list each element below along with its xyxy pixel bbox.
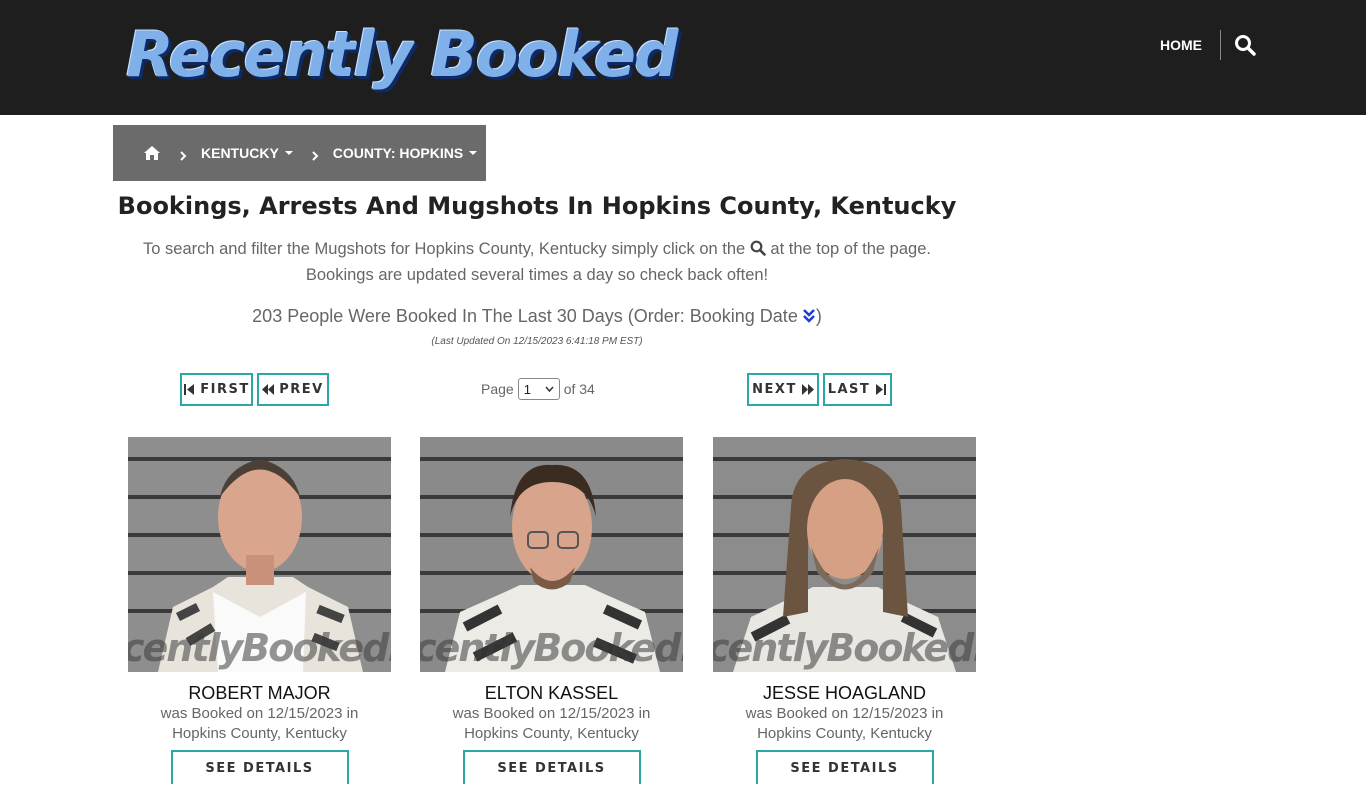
- breadcrumb: KENTUCKY COUNTY: HOPKINS: [113, 125, 486, 181]
- see-details-button[interactable]: SEE DETAILS: [170, 750, 349, 784]
- intro-text: To search and filter the Mugshots for Ho…: [113, 236, 961, 288]
- breadcrumb-county-label: COUNTY: HOPKINS: [332, 145, 464, 161]
- skip-forward-icon: [876, 384, 887, 395]
- first-page-label: FIRST: [200, 382, 250, 397]
- intro-part-1: To search and filter the Mugshots for Ho…: [143, 240, 746, 258]
- booking-date: was Booked on 12/15/2023 in: [452, 705, 651, 722]
- page-total: of 34: [563, 381, 595, 397]
- mugshot-image[interactable]: centlyBooked.co: [128, 437, 391, 672]
- booking-date: was Booked on 12/15/2023 in: [160, 705, 359, 722]
- rewind-icon: [262, 384, 275, 395]
- see-details-button[interactable]: SEE DETAILS: [462, 750, 641, 784]
- skip-back-icon: [184, 384, 195, 395]
- see-details-button[interactable]: SEE DETAILS: [755, 750, 934, 784]
- chevron-right-icon: [311, 148, 319, 161]
- booking-location: Hopkins County, Kentucky: [757, 725, 932, 742]
- breadcrumb-state-label: KENTUCKY: [201, 145, 279, 161]
- breadcrumb-county-dropdown[interactable]: COUNTY: HOPKINS: [332, 145, 478, 161]
- booking-date: was Booked on 12/15/2023 in: [745, 705, 944, 722]
- nav-divider: [1220, 30, 1221, 60]
- booking-count-text: 203 People Were Booked In The Last 30 Da…: [252, 306, 798, 326]
- last-page-label: LAST: [827, 382, 871, 397]
- fast-forward-icon: [801, 384, 814, 395]
- last-updated: (Last Updated On 12/15/2023 6:41:18 PM E…: [431, 336, 643, 347]
- watermark: centlyBooked.co: [713, 626, 976, 670]
- search-icon[interactable]: [1234, 34, 1256, 56]
- person-name[interactable]: JESSE HOAGLAND: [713, 682, 976, 704]
- page-label: Page: [481, 381, 514, 397]
- current-page: 1: [523, 381, 531, 397]
- first-page-button[interactable]: FIRST: [180, 373, 253, 406]
- page-indicator: Page 1 of 34: [481, 377, 595, 401]
- booking-card[interactable]: centlyBooked.co ROBERT MAJOR was Booked …: [128, 437, 391, 784]
- nav-home-link[interactable]: HOME: [1160, 30, 1210, 60]
- booking-count-heading: 203 People Were Booked In The Last 30 Da…: [113, 303, 961, 329]
- page-select[interactable]: 1: [517, 378, 560, 400]
- next-page-button[interactable]: NEXT: [747, 373, 819, 406]
- double-chevron-down-icon[interactable]: [802, 305, 816, 323]
- booking-location: Hopkins County, Kentucky: [464, 725, 639, 742]
- search-icon: [750, 238, 766, 256]
- person-name[interactable]: ELTON KASSEL: [420, 682, 683, 704]
- booking-location: Hopkins County, Kentucky: [172, 725, 347, 742]
- logo-text: Recently Booked: [126, 18, 678, 91]
- watermark: centlyBooked.co: [420, 626, 683, 670]
- mugshot-image[interactable]: centlyBooked.co: [713, 437, 976, 672]
- watermark: centlyBooked.co: [128, 626, 391, 670]
- intro-line-1: To search and filter the Mugshots for Ho…: [113, 236, 961, 262]
- page-title: Bookings, Arrests And Mugshots In Hopkin…: [117, 192, 957, 220]
- person-name[interactable]: ROBERT MAJOR: [128, 682, 391, 704]
- caret-down-icon: [284, 151, 293, 155]
- home-icon[interactable]: [143, 145, 161, 161]
- caret-down-icon: [469, 151, 478, 155]
- booking-count-close: ): [815, 306, 822, 326]
- breadcrumb-state-dropdown[interactable]: KENTUCKY: [201, 145, 293, 161]
- booking-card[interactable]: centlyBooked.co JESSE HOAGLAND was Booke…: [713, 437, 976, 784]
- prev-page-button[interactable]: PREV: [257, 373, 329, 406]
- site-logo[interactable]: Recently Booked: [126, 14, 678, 96]
- chevron-down-icon: [545, 386, 554, 392]
- chevron-right-icon: [179, 148, 187, 161]
- site-header: Recently Booked HOME: [0, 0, 1366, 115]
- booking-card[interactable]: centlyBooked.co ELTON KASSEL was Booked …: [420, 437, 683, 784]
- prev-page-label: PREV: [279, 382, 324, 397]
- last-page-button[interactable]: LAST: [823, 373, 892, 406]
- next-page-label: NEXT: [752, 382, 797, 397]
- intro-line-2: Bookings are updated several times a day…: [305, 266, 769, 284]
- intro-part-2: at the top of the page.: [770, 240, 931, 258]
- mugshot-image[interactable]: centlyBooked.co: [420, 437, 683, 672]
